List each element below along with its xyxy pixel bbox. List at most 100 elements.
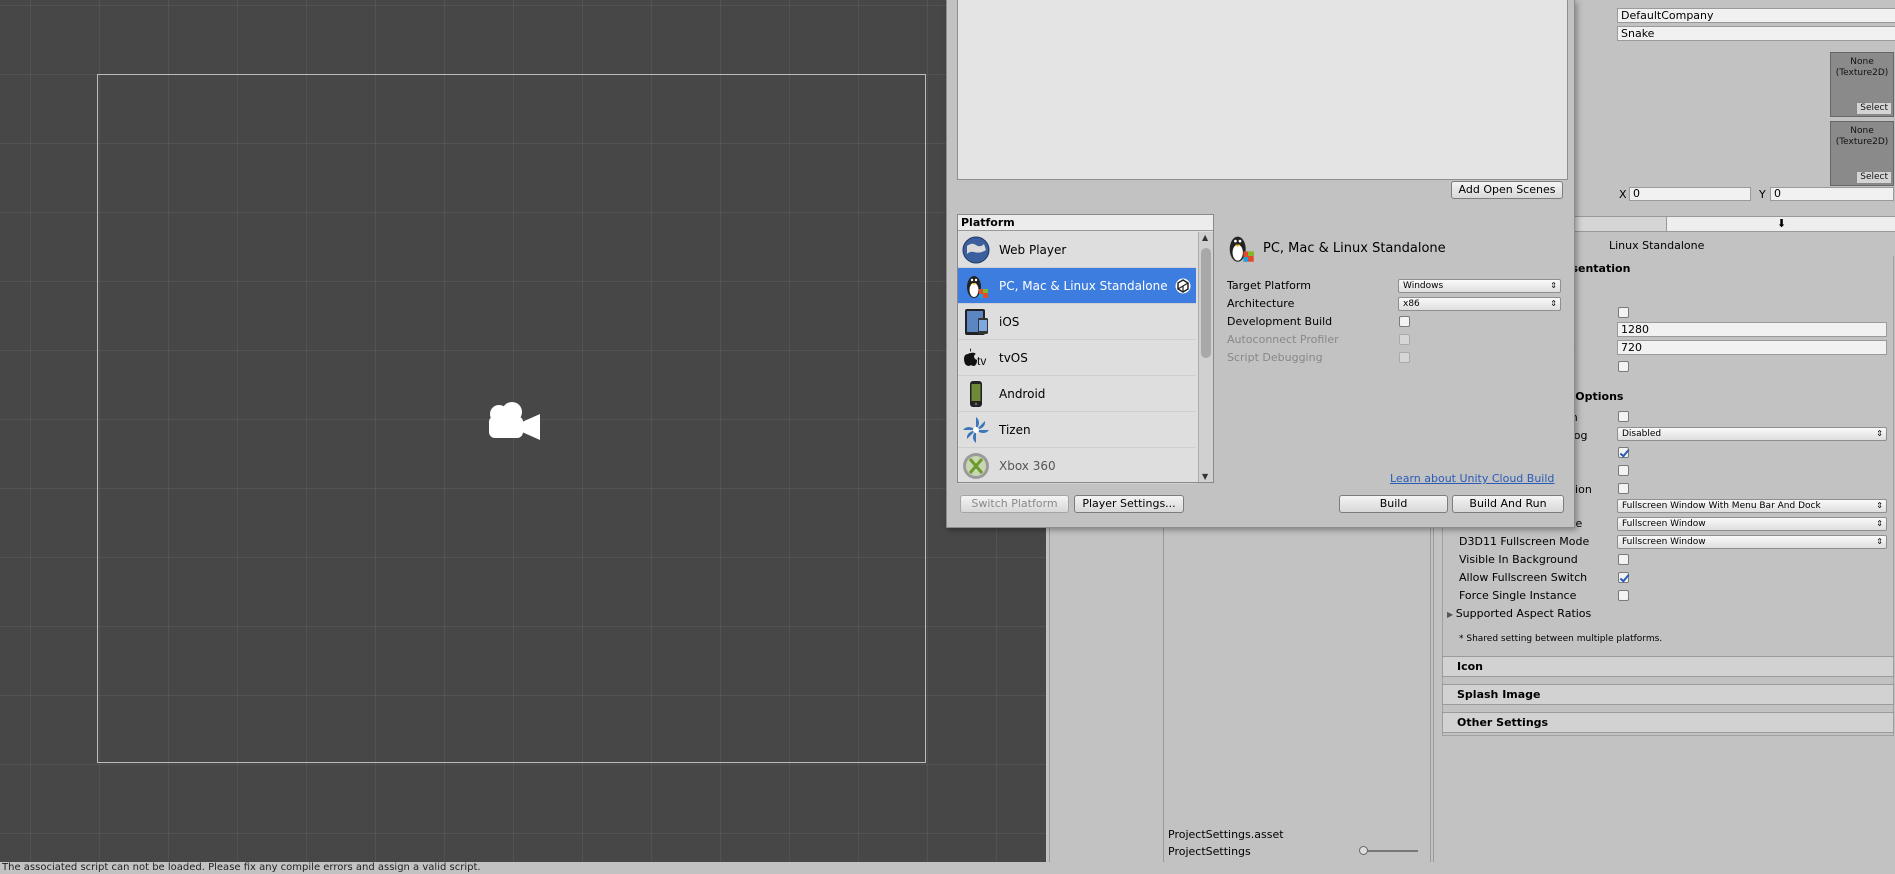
hierarchy-panel — [1049, 520, 1162, 862]
force-single-instance-label: Force Single Instance — [1459, 589, 1577, 602]
platform-item-standalone[interactable]: PC, Mac & Linux Standalone — [958, 268, 1196, 304]
script-debugging-label: Script Debugging — [1227, 351, 1323, 364]
tab-standalone[interactable]: ⬇ — [1666, 217, 1895, 231]
apple-tv-icon: tv — [964, 348, 986, 368]
default-fullscreen-checkbox[interactable] — [1618, 307, 1629, 318]
option-checkbox-checked[interactable] — [1618, 447, 1629, 458]
platform-label: Web Player — [999, 243, 1067, 257]
select-button[interactable]: Select — [1856, 102, 1892, 115]
platform-item-ios[interactable]: iOS — [958, 304, 1196, 340]
slider-knob[interactable] — [1359, 846, 1368, 855]
platform-header: Platform — [958, 215, 1213, 231]
run-in-background-checkbox[interactable] — [1618, 361, 1629, 372]
tizen-icon — [963, 417, 989, 443]
icon-section[interactable]: Icon — [1442, 656, 1894, 677]
camera-gizmo-icon[interactable] — [484, 398, 542, 444]
product-name-field[interactable]: Snake — [1617, 26, 1895, 41]
scenes-in-build-list[interactable] — [957, 0, 1568, 180]
default-width-field[interactable]: 1280 — [1617, 322, 1887, 337]
icon-size-slider[interactable] — [1359, 846, 1418, 855]
scroll-up-icon[interactable]: ▲ — [1202, 233, 1208, 242]
option-checkbox[interactable] — [1618, 483, 1629, 494]
penguin-icon — [967, 276, 988, 298]
autoconnect-profiler-label: Autoconnect Profiler — [1227, 333, 1339, 346]
texture-type-label: (Texture2D) — [1835, 68, 1889, 78]
target-platform-label: Target Platform — [1227, 279, 1311, 292]
splash-image-section[interactable]: Splash Image — [1442, 684, 1894, 705]
xbox-icon — [963, 453, 989, 479]
visible-background-checkbox[interactable] — [1618, 554, 1629, 565]
platform-label: Xbox 360 — [999, 459, 1056, 473]
force-single-instance-checkbox[interactable] — [1618, 590, 1629, 601]
default-cursor-slot[interactable]: None (Texture2D) Select — [1830, 121, 1894, 186]
cursor-y-field[interactable]: 0 — [1770, 187, 1894, 201]
platform-settings-title: Linux Standalone — [1609, 239, 1705, 252]
platform-list: Platform Web Player PC, Mac & Linux Stan… — [957, 214, 1214, 484]
option-checkbox[interactable] — [1618, 411, 1629, 422]
platform-item-tizen[interactable]: Tizen — [958, 412, 1196, 448]
svg-text:tv: tv — [977, 354, 986, 368]
autoconnect-profiler-checkbox[interactable] — [1399, 334, 1410, 345]
status-bar: The associated script can not be loaded.… — [0, 862, 1895, 874]
add-open-scenes-button[interactable]: Add Open Scenes — [1451, 181, 1563, 199]
mac-fullscreen-dropdown[interactable]: Fullscreen Window With Menu Bar And Dock — [1617, 499, 1887, 513]
platform-item-xbox360[interactable]: Xbox 360 — [958, 448, 1196, 484]
architecture-label: Architecture — [1227, 297, 1295, 310]
project-item[interactable]: ProjectSettings.asset — [1168, 828, 1284, 841]
aspect-ratios-label: Supported Aspect Ratios — [1455, 607, 1592, 620]
platform-item-tvos[interactable]: tv tvOS — [958, 340, 1196, 376]
aspect-ratios-foldout[interactable]: ▶ Supported Aspect Ratios — [1447, 607, 1591, 620]
default-height-field[interactable]: 720 — [1617, 340, 1887, 355]
platform-item-web-player[interactable]: Web Player — [958, 232, 1196, 268]
development-build-label: Development Build — [1227, 315, 1333, 328]
texture-none-label: None — [1850, 57, 1874, 67]
shared-setting-note: * Shared setting between multiple platfo… — [1459, 634, 1663, 644]
company-name-field[interactable]: DefaultCompany — [1617, 8, 1895, 23]
unity-logo-icon — [1175, 278, 1191, 294]
scroll-down-icon[interactable]: ▼ — [1202, 472, 1208, 481]
triangle-right-icon: ▶ — [1447, 610, 1456, 619]
option-checkbox[interactable] — [1618, 465, 1629, 476]
selected-platform-title: PC, Mac & Linux Standalone — [1263, 241, 1446, 256]
cursor-y-label: Y — [1759, 188, 1766, 201]
architecture-dropdown[interactable]: x86 — [1398, 297, 1561, 311]
standalone-platform-icon — [1229, 236, 1254, 262]
platform-label: Android — [999, 387, 1046, 401]
development-build-checkbox[interactable] — [1399, 316, 1410, 327]
platform-item-android[interactable]: Android — [958, 376, 1196, 412]
texture-type-label: (Texture2D) — [1835, 137, 1889, 147]
scene-view[interactable] — [0, 0, 1046, 862]
cursor-x-field[interactable]: 0 — [1629, 187, 1751, 201]
project-breadcrumb: ProjectSettings — [1168, 845, 1251, 858]
platform-list-scrollbar[interactable]: ▲ ▼ — [1198, 232, 1213, 482]
d3d11-dropdown[interactable]: Fullscreen Window — [1617, 535, 1887, 549]
visible-background-label: Visible In Background — [1459, 553, 1578, 566]
script-debugging-checkbox[interactable] — [1399, 352, 1410, 363]
project-panel: ProjectSettings.asset ProjectSettings — [1163, 520, 1431, 862]
build-settings-window: Add Open Scenes Platform Web Player PC, … — [946, 0, 1575, 528]
cloud-build-link[interactable]: Learn about Unity Cloud Build — [1390, 472, 1554, 485]
globe-icon — [962, 236, 990, 264]
platform-label: tvOS — [999, 351, 1028, 365]
build-and-run-button[interactable]: Build And Run — [1452, 495, 1564, 513]
d3d11-label: D3D11 Fullscreen Mode — [1459, 535, 1590, 548]
target-platform-dropdown[interactable]: Windows — [1398, 279, 1561, 293]
platform-label: PC, Mac & Linux Standalone — [999, 279, 1168, 293]
scrollbar-thumb[interactable] — [1201, 248, 1211, 358]
switch-platform-button[interactable]: Switch Platform — [960, 495, 1069, 513]
build-button[interactable]: Build — [1339, 495, 1448, 513]
platform-label: iOS — [999, 315, 1020, 329]
allow-fullscreen-switch-label: Allow Fullscreen Switch — [1459, 571, 1588, 584]
ipad-icon — [965, 309, 988, 335]
allow-fullscreen-switch-checkbox[interactable] — [1618, 572, 1629, 583]
platform-label: Tizen — [999, 423, 1031, 437]
android-phone-icon — [970, 381, 982, 407]
d3d9-dropdown[interactable]: Fullscreen Window — [1617, 517, 1887, 531]
texture-none-label: None — [1850, 126, 1874, 136]
other-settings-section[interactable]: Other Settings — [1442, 712, 1894, 733]
select-button[interactable]: Select — [1856, 171, 1892, 184]
player-settings-button[interactable]: Player Settings... — [1074, 495, 1184, 513]
display-dialog-dropdown[interactable]: Disabled — [1617, 427, 1887, 441]
cursor-x-label: X — [1619, 188, 1627, 201]
default-icon-slot[interactable]: None (Texture2D) Select — [1830, 52, 1894, 117]
